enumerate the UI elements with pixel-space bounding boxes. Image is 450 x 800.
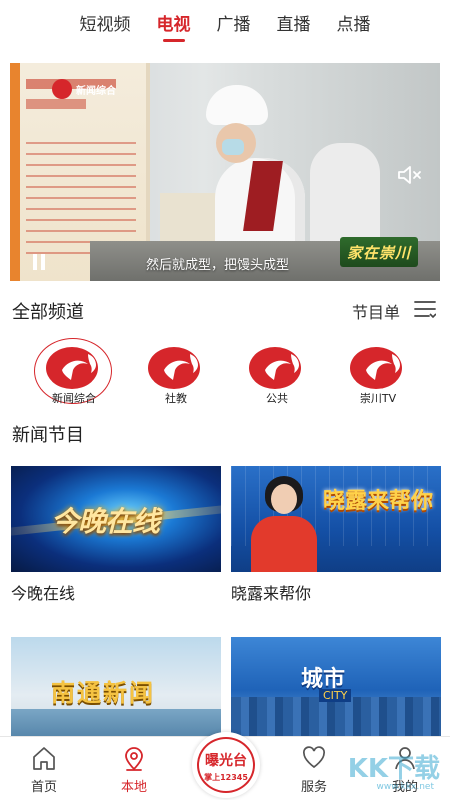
channel-logo-icon — [46, 347, 98, 389]
program-label: 今晚在线 — [11, 584, 76, 603]
nav-local[interactable]: 本地 — [99, 745, 169, 799]
video-player[interactable]: 新闻综合 然后就成型，把馒头成型 家在崇川 — [10, 63, 440, 281]
program-card[interactable]: 晓露来帮你 晓露来帮你 — [231, 466, 441, 604]
video-program-badge: 家在崇川 — [340, 237, 418, 267]
poster-logo-icon — [52, 79, 72, 99]
nav-label: 服务 — [300, 780, 327, 795]
poster-logo-text: 新闻综合 — [76, 86, 116, 97]
menu-icon[interactable] — [414, 298, 436, 320]
video-caption: 然后就成型，把馒头成型 — [146, 258, 290, 273]
host-figure — [251, 476, 317, 572]
nav-services[interactable]: 服务 — [279, 745, 349, 799]
report-button-sublabel: 掌上12345 — [204, 773, 248, 782]
report-button-label: 曝光台 — [205, 753, 247, 769]
channel-list: 新闻综合 社教 公共 崇川TV — [0, 338, 450, 410]
channel-public[interactable]: 公共 — [235, 338, 319, 410]
nav-label: 首页 — [30, 780, 57, 795]
tab-tv[interactable]: 电视 — [144, 0, 204, 52]
mute-icon[interactable] — [396, 163, 424, 187]
channel-news[interactable]: 新闻综合 — [32, 338, 116, 410]
heart-icon — [303, 746, 325, 769]
thumbnail-title: 晓露来帮你 — [323, 489, 434, 514]
watermark-url: www.kkx.net — [376, 782, 435, 792]
tab-short-video[interactable]: 短视频 — [67, 0, 144, 52]
program-thumbnail[interactable]: 南通新闻 — [11, 637, 221, 743]
home-icon — [33, 747, 55, 770]
program-thumbnail[interactable]: 城市 CITY — [231, 637, 441, 743]
nav-label: 本地 — [120, 780, 147, 795]
channel-logo-icon — [148, 347, 200, 389]
tab-radio[interactable]: 广播 — [204, 0, 264, 52]
report-center-button[interactable]: 曝光台 掌上12345 — [192, 732, 260, 798]
top-tabs: 短视频 电视 广播 直播 点播 — [0, 0, 450, 52]
channel-logo-icon — [350, 347, 402, 389]
news-programs-title: 新闻节目 — [12, 425, 84, 446]
pause-icon[interactable] — [32, 253, 46, 271]
nav-home[interactable]: 首页 — [9, 745, 79, 799]
tab-live[interactable]: 直播 — [264, 0, 324, 52]
channel-label: 崇川TV — [359, 392, 397, 405]
program-thumbnail[interactable]: 晓露来帮你 — [231, 466, 441, 572]
channel-label: 新闻综合 — [52, 392, 96, 405]
thumbnail-subtitle: CITY — [319, 689, 352, 702]
program-card[interactable]: 今晚在线 今晚在线 — [11, 466, 221, 604]
channel-label: 社教 — [165, 392, 187, 405]
channel-label: 公共 — [266, 392, 288, 405]
thumbnail-title: 南通新闻 — [51, 679, 155, 707]
program-label: 晓露来帮你 — [231, 584, 312, 603]
channels-title: 全部频道 — [12, 302, 84, 323]
schedule-link[interactable]: 节目单 — [352, 299, 400, 323]
program-card[interactable]: 城市 CITY — [231, 637, 441, 743]
program-thumbnail[interactable]: 今晚在线 — [11, 466, 221, 572]
channel-logo-icon — [249, 347, 301, 389]
channel-education[interactable]: 社教 — [134, 338, 218, 410]
location-pin-icon — [125, 747, 143, 771]
tab-on-demand[interactable]: 点播 — [324, 0, 384, 52]
thumbnail-title: 今晚在线 — [51, 505, 160, 538]
watermark-logo: KK下载 — [347, 754, 440, 784]
program-card[interactable]: 南通新闻 — [11, 637, 221, 743]
channel-chongchuan-tv[interactable]: 崇川TV — [336, 338, 420, 410]
